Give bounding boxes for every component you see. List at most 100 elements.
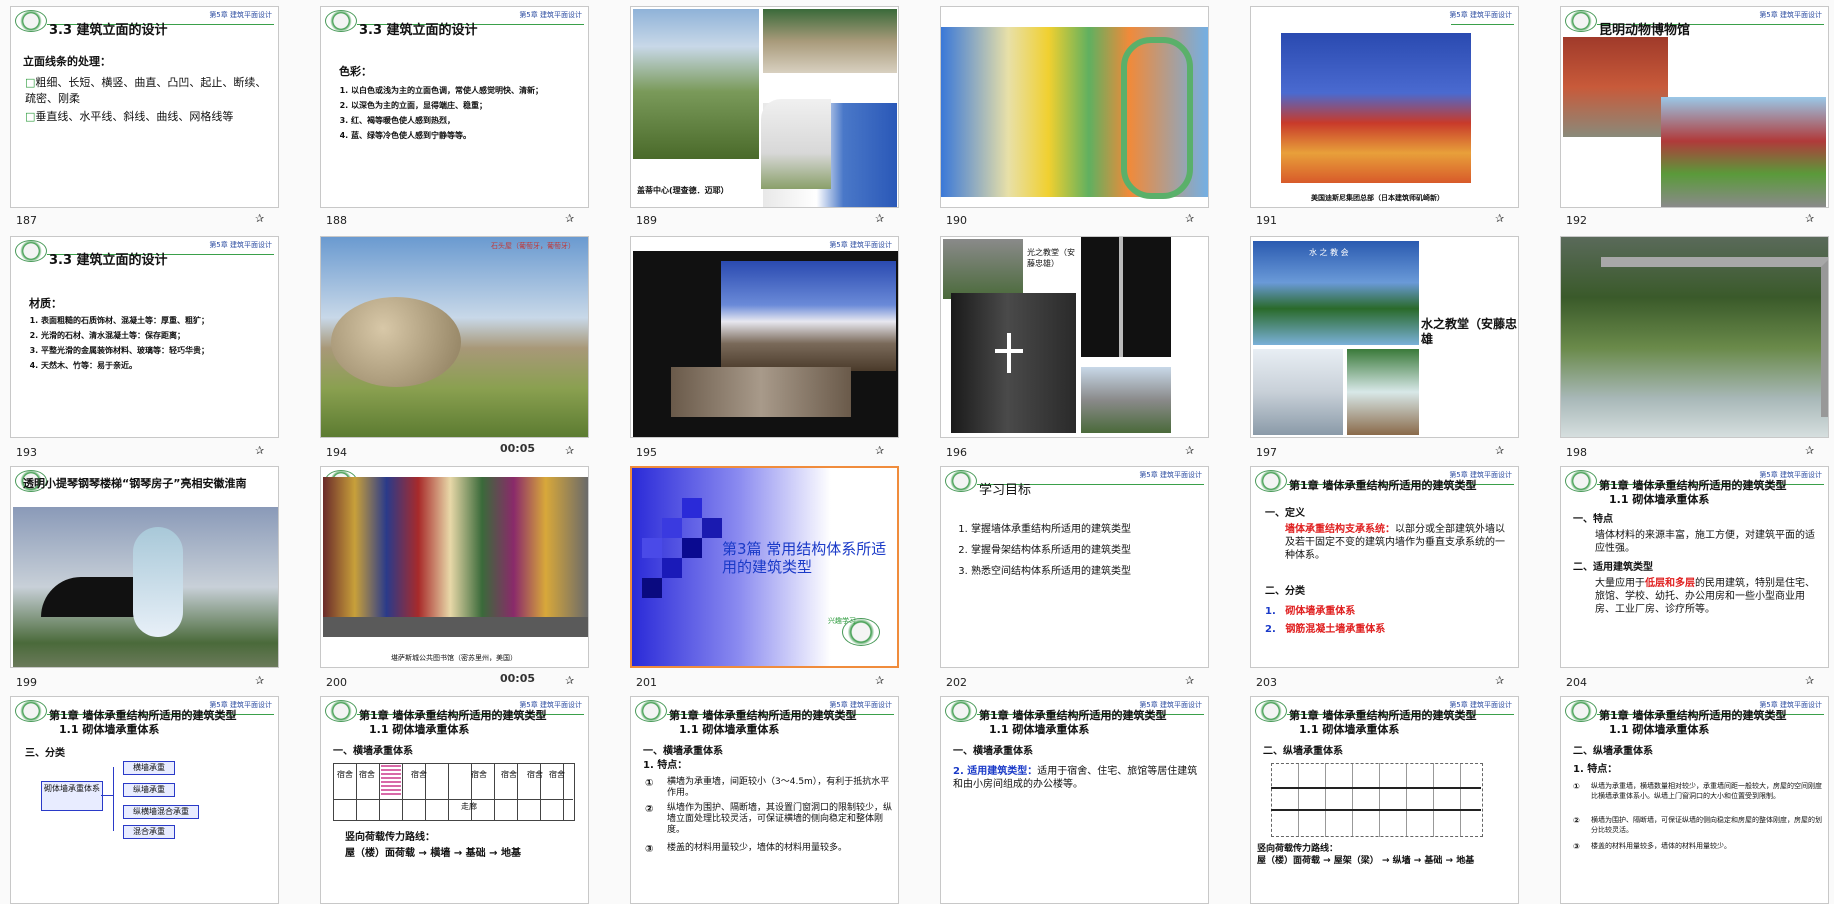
slide-thumb-201[interactable]: 第3篇 常用结构体系所适用的建筑类型 兴趣学习 [630,466,899,668]
slide-thumb-210[interactable]: 第5章 建筑平面设计 第1章 墙体承重结构所适用的建筑类型 1.1 砌体墙承重体… [1560,696,1829,904]
slide-heading: 立面线条的处理： [23,55,111,68]
transition-star-icon[interactable]: ✰ [565,674,574,687]
tree-connector [113,767,114,831]
list-item: 以白色或浅为主的立面色调，常使人感觉明快、清新； [351,85,580,96]
slide-number: 204 [1566,676,1587,689]
photo-church-outside [1081,367,1171,433]
feature-item: 纵墙作为围护、隔断墙，其设置门窗洞口的限制较少，纵墙立面处理比较灵活，可保证横墙… [667,803,893,835]
university-logo-icon [15,240,47,262]
slide-title: 第1章 墙体承重结构所适用的建筑类型 [1599,479,1787,492]
slide-thumb-209[interactable]: 第5章 建筑平面设计 第1章 墙体承重结构所适用的建筑类型 1.1 砌体墙承重体… [1250,696,1519,904]
university-logo-icon [945,700,977,722]
slide-thumb-187[interactable]: 第5章 建筑平面设计 3.3 建筑立面的设计 立面线条的处理： □粗细、长短、横… [10,6,279,208]
slide-number: 197 [1256,446,1277,459]
slide-thumb-190[interactable] [940,6,1209,208]
tree-leaf-box: 横墙承重 [123,761,175,775]
chapter-label: 第5章 建筑平面设计 [829,241,892,249]
slide-number: 189 [636,214,657,227]
photo-church-light-cross [951,293,1076,433]
slide-title: 第1章 墙体承重结构所适用的建筑类型 [979,709,1167,722]
header-rule [1451,24,1514,25]
chapter-label: 第5章 建筑平面设计 [1759,11,1822,19]
transition-star-icon[interactable]: ✰ [1185,212,1194,225]
slide-thumb-197[interactable]: 水 之 教 会 水之教堂（安藤忠雄 [1250,236,1519,438]
photo-concrete-frame [1601,257,1828,417]
slide-thumb-199[interactable]: 透明小提琴钢琴楼梯“钢琴房子”亮相安徽淮南 [10,466,279,668]
university-logo-icon [1565,470,1597,492]
photo-getty-curve [761,99,831,189]
feature-item: 横墙为围护、隔断墙，可保证纵墙的侧向稳定和房屋的整体刚度，房屋的划分比较灵活。 [1591,816,1822,834]
tree-leaf-box: 混合承重 [123,825,175,839]
slide-thumb-208[interactable]: 第5章 建筑平面设计 第1章 墙体承重结构所适用的建筑类型 1.1 砌体墙承重体… [940,696,1209,904]
slide-heading: 材质： [29,297,62,310]
chapter-label: 第5章 建筑平面设计 [209,241,272,249]
item-mark: ① [645,778,654,789]
light-cross-icon [1007,333,1011,373]
slide-thumb-204[interactable]: 第5章 建筑平面设计 第1章 墙体承重结构所适用的建筑类型 1.1 砌体墙承重体… [1560,466,1829,668]
transition-star-icon[interactable]: ✰ [565,444,574,457]
slide-number: 192 [1566,214,1587,227]
transition-star-icon[interactable]: ✰ [565,212,574,225]
university-logo-icon [945,470,977,492]
university-logo-icon [15,10,47,32]
slide-thumb-189[interactable]: 盖蒂中心(理查德．迈耶） [630,6,899,208]
slide-thumb-200[interactable]: 堪萨斯城公共图书馆（密苏里州，美国） [320,466,589,668]
slide-thumb-191[interactable]: 第5章 建筑平面设计 美国迪斯尼集团总部（日本建筑师矶崎新） [1250,6,1519,208]
slide-subtitle: 1.1 砌体墙承重体系 [679,723,780,736]
section-heading: 一、定义 [1265,508,1305,519]
transition-star-icon[interactable]: ✰ [875,444,884,457]
transition-star-icon[interactable]: ✰ [255,674,264,687]
photo-disney-hq [1281,33,1471,183]
university-logo-icon [325,10,357,32]
transition-star-icon[interactable]: ✰ [1805,444,1814,457]
wall-line [1271,787,1481,789]
photo-boulder [331,297,461,387]
photo-stone-wall [671,367,851,417]
slide-thumb-202[interactable]: 第5章 建筑平面设计 学习目标 掌握墙体承重结构所适用的建筑类型 掌握骨架结构体… [940,466,1209,668]
transition-star-icon[interactable]: ✰ [1495,212,1504,225]
university-logo-icon [635,700,667,722]
transition-star-icon[interactable]: ✰ [875,212,884,225]
room-label: 宿舍 [471,770,487,779]
section-heading: 一、横墙承重体系 [643,746,723,757]
transition-star-icon[interactable]: ✰ [1805,674,1814,687]
transition-star-icon[interactable]: ✰ [875,674,884,687]
slide-thumb-207[interactable]: 第5章 建筑平面设计 第1章 墙体承重结构所适用的建筑类型 1.1 砌体墙承重体… [630,696,899,904]
corridor-line [333,799,573,800]
photo-street [323,617,588,637]
slide-thumb-188[interactable]: 第5章 建筑平面设计 3.3 建筑立面的设计 色彩： 以白色或浅为主的立面色调，… [320,6,589,208]
transition-star-icon[interactable]: ✰ [255,444,264,457]
section-heading: 一、特点 [1573,514,1613,525]
slide-thumb-203[interactable]: 第5章 建筑平面设计 第1章 墙体承重结构所适用的建筑类型 一、定义 墙体承重结… [1250,466,1519,668]
slide-thumb-192[interactable]: 第5章 建筑平面设计 昆明动物博物馆 [1560,6,1829,208]
slide-thumb-195[interactable]: 第5章 建筑平面设计 [630,236,899,438]
slide-thumb-205[interactable]: 第5章 建筑平面设计 第1章 墙体承重结构所适用的建筑类型 1.1 砌体墙承重体… [10,696,279,904]
transition-star-icon[interactable]: ✰ [1805,212,1814,225]
slide-thumb-196[interactable]: 光之教堂（安藤忠雄） [940,236,1209,438]
category-item: 2. 钢筋混凝土墙承重体系 [1265,624,1386,635]
feature-text: 墙体材料的来源丰富，施工方便，对建筑平面的适应性强。 [1595,530,1815,554]
slide-thumb-193[interactable]: 第5章 建筑平面设计 3.3 建筑立面的设计 材质： 表面粗糙的石质饰材、混凝土… [10,236,279,438]
wall-line [1271,809,1481,811]
slide-thumb-194[interactable]: 石头屋（葡萄牙，葡萄牙） [320,236,589,438]
transition-star-icon[interactable]: ✰ [1495,674,1504,687]
slide-thumb-198[interactable] [1560,236,1829,438]
slide-title: 3.3 建筑立面的设计 [359,23,478,38]
color-list: 以白色或浅为主的立面色调，常使人感觉明快、清新； 以深色为主的立面，显得端庄、稳… [335,85,580,141]
slide-thumb-206[interactable]: 第5章 建筑平面设计 第1章 墙体承重结构所适用的建筑类型 1.1 砌体墙承重体… [320,696,589,904]
transition-star-icon[interactable]: ✰ [1185,674,1194,687]
transition-star-icon[interactable]: ✰ [1495,444,1504,457]
photo-caption: 堪萨斯城公共图书馆（密苏里州，美国） [391,654,517,662]
slide-subtitle: 1.1 砌体墙承重体系 [369,723,470,736]
blue-square-pattern [642,538,662,558]
photo-church-exterior [943,239,1023,299]
photo-getty-aerial [633,9,759,159]
list-item: 光滑的石材、清水混凝土等：保存距离； [41,330,275,341]
transition-star-icon[interactable]: ✰ [255,212,264,225]
slide-number: 188 [326,214,347,227]
blue-square-pattern [662,558,682,578]
photo-caption: 美国迪斯尼集团总部（日本建筑师矶崎新） [1311,194,1444,202]
slide-number: 203 [1256,676,1277,689]
slide-title: 第1章 墙体承重结构所适用的建筑类型 [669,709,857,722]
transition-star-icon[interactable]: ✰ [1185,444,1194,457]
